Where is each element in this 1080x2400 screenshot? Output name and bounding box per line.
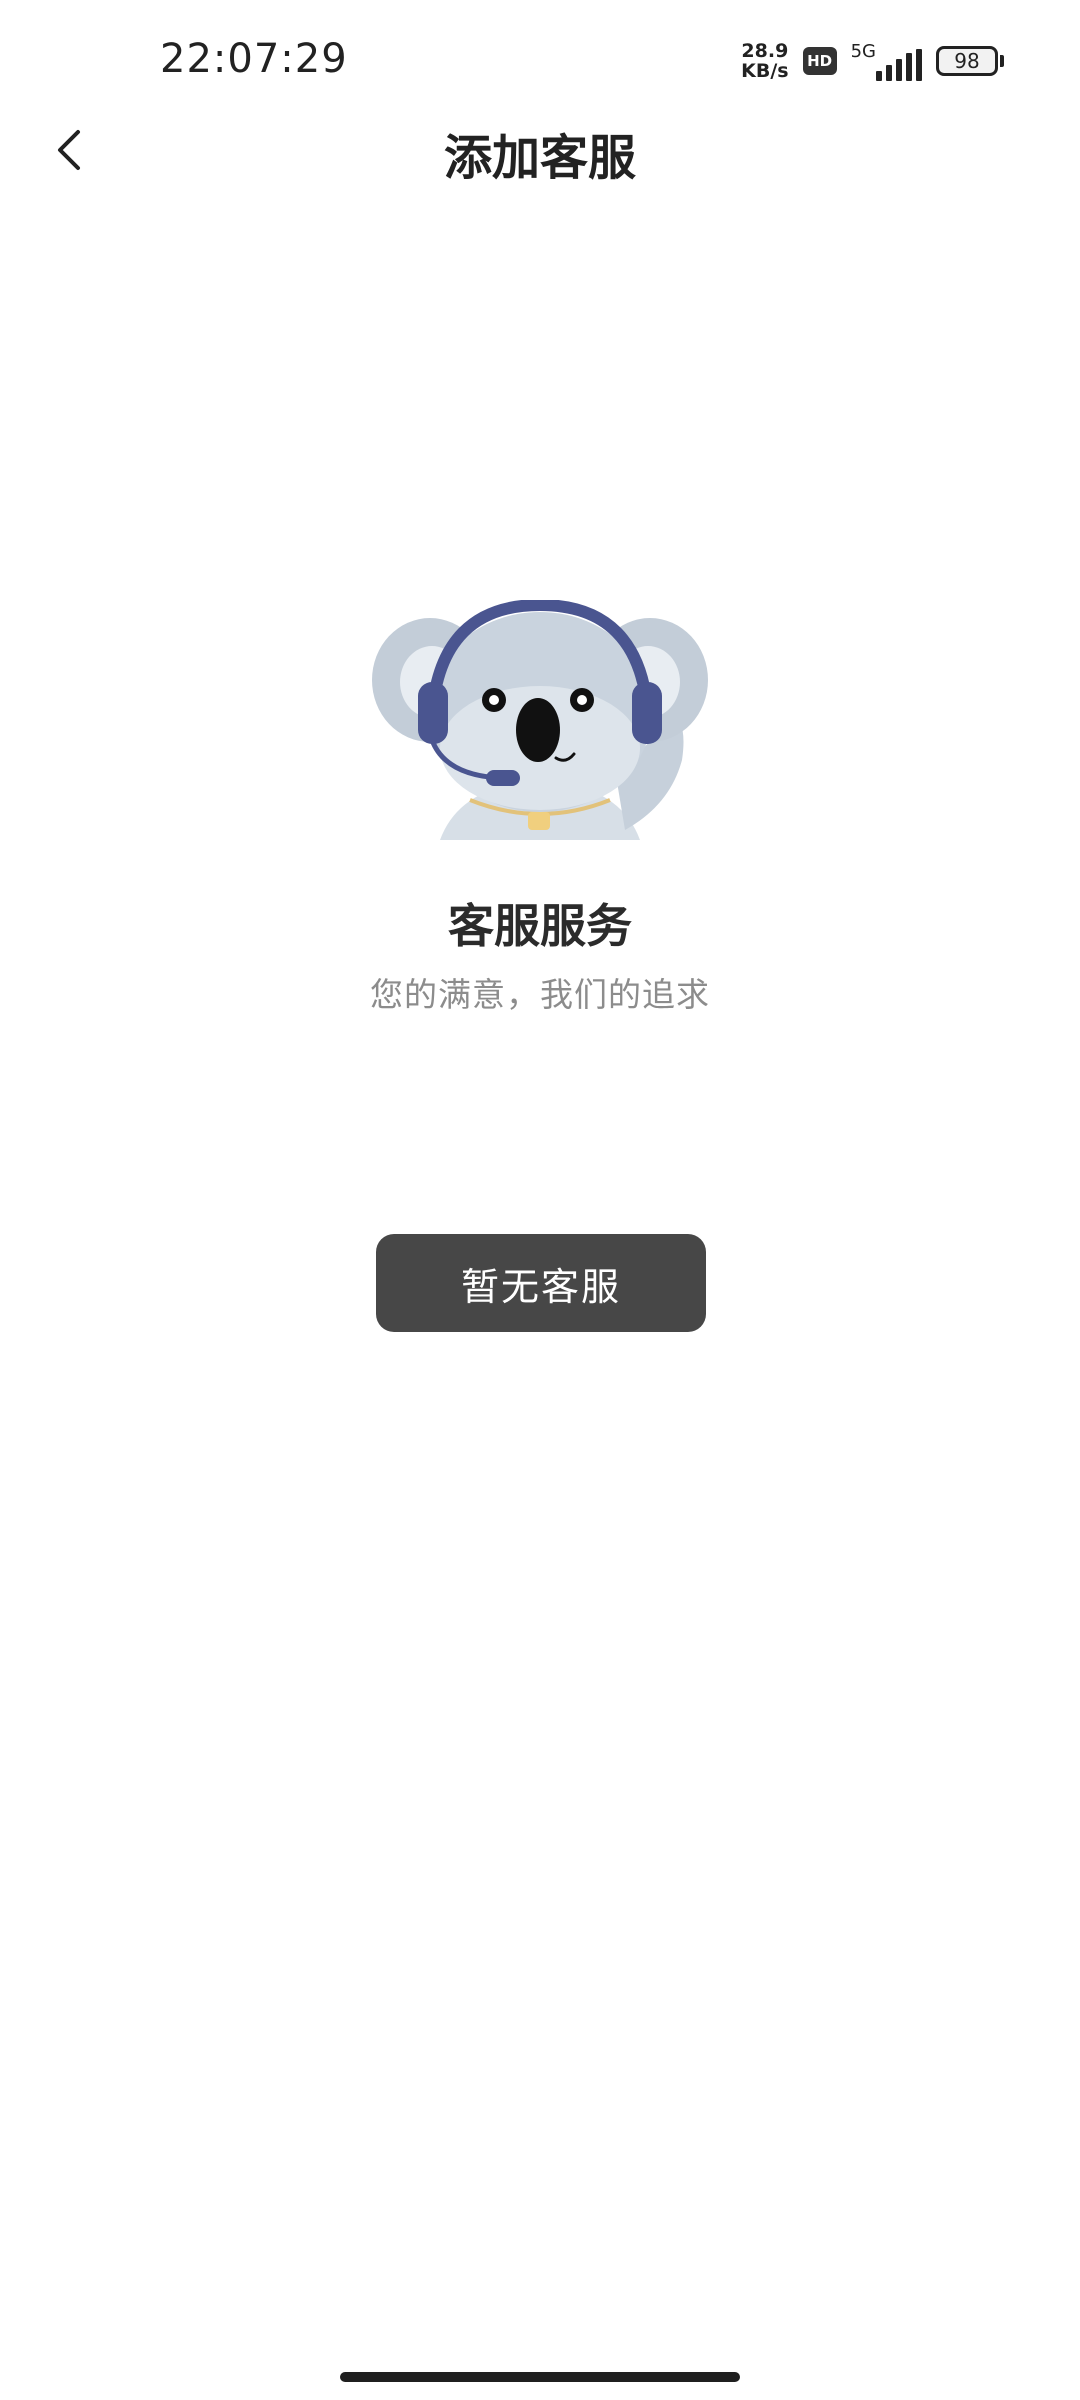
status-time: 22:07:29 xyxy=(160,36,348,82)
network-speed: 28.9 KB/s xyxy=(741,41,788,81)
battery-level: 98 xyxy=(936,46,998,76)
status-icons: 28.9 KB/s HD 5G 98 xyxy=(741,38,1004,84)
network-speed-value: 28.9 xyxy=(741,40,789,62)
service-subtitle: 您的满意，我们的追求 xyxy=(370,975,710,1014)
koala-mascot-illustration xyxy=(372,600,708,840)
battery-icon: 98 xyxy=(936,46,1004,76)
home-indicator[interactable] xyxy=(340,2372,740,2382)
header: 添加客服 xyxy=(0,110,1080,190)
status-bar: 22:07:29 28.9 KB/s HD 5G 98 xyxy=(0,0,1080,120)
hd-icon: HD xyxy=(802,47,837,75)
signal-bars xyxy=(876,49,922,81)
cellular-signal-icon: 5G xyxy=(851,41,922,81)
network-speed-unit: KB/s xyxy=(741,60,789,82)
service-title: 客服服务 xyxy=(448,899,632,953)
page-title: 添加客服 xyxy=(443,130,636,186)
no-service-button[interactable]: 暂无客服 xyxy=(376,1234,706,1332)
signal-type: 5G xyxy=(850,41,876,62)
battery-tip xyxy=(1000,55,1004,67)
